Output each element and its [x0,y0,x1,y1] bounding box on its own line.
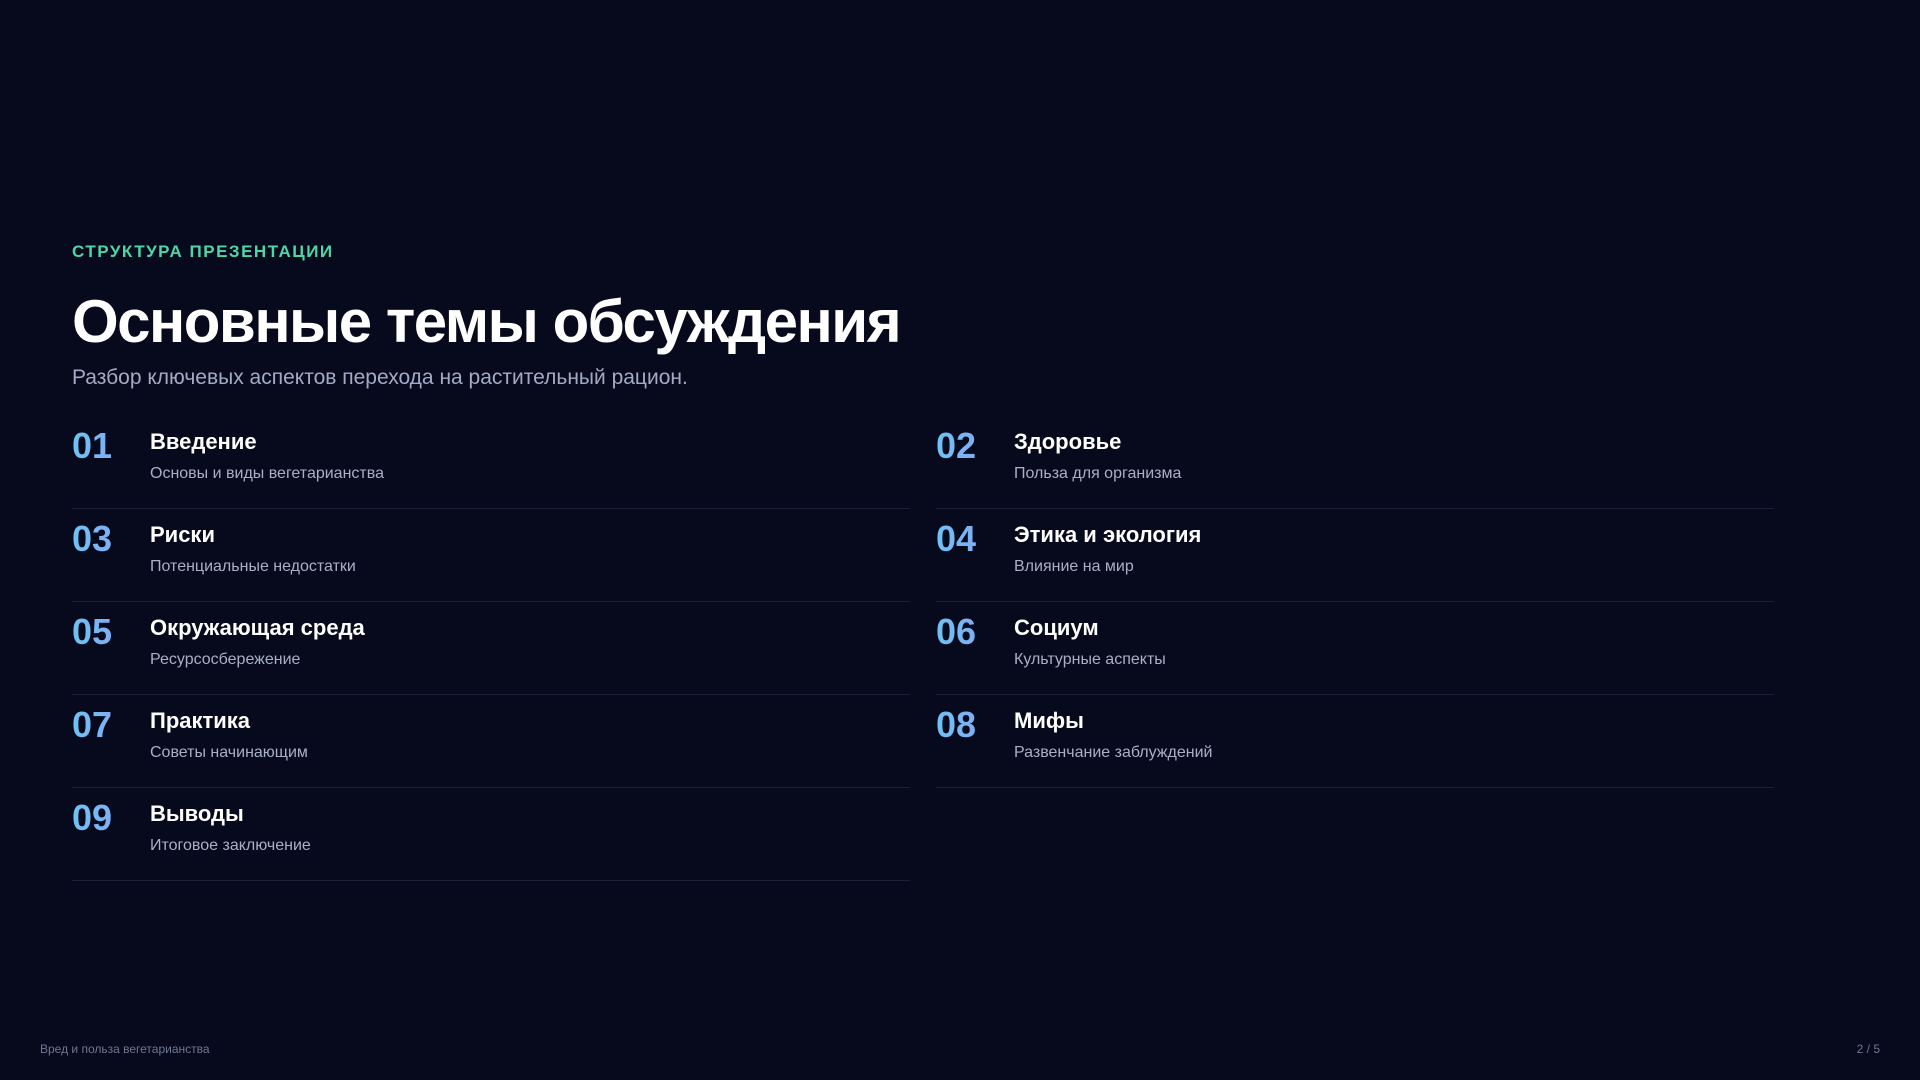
page-subtitle: Разбор ключевых аспектов перехода на рас… [72,366,688,389]
topics-grid: 01 Введение Основы и виды вегетарианства… [72,416,1774,881]
topic-number: 08 [936,703,1014,747]
eyebrow-label: СТРУКТУРА ПРЕЗЕНТАЦИИ [72,242,334,261]
topic-text: Окружающая среда Ресурсосбережение [150,610,365,670]
topic-number: 09 [72,796,150,840]
topic-title: Окружающая среда [150,615,365,640]
topic-title: Мифы [1014,708,1084,733]
topic-text: Мифы Развенчание заблуждений [1014,703,1212,763]
topic-item: 07 Практика Советы начинающим [72,695,910,788]
topic-number: 02 [936,424,1014,468]
topic-description: Итоговое заключение [150,837,311,854]
footer-page-indicator: 2 / 5 [1856,1042,1880,1056]
topic-text: Этика и экология Влияние на мир [1014,517,1201,577]
topic-number: 04 [936,517,1014,561]
topic-description: Ресурсосбережение [150,651,301,668]
topic-item: 08 Мифы Развенчание заблуждений [936,695,1774,788]
topic-description: Советы начинающим [150,744,308,761]
topic-description: Основы и виды вегетарианства [150,465,384,482]
topic-title: Здоровье [1014,429,1122,454]
topic-text: Здоровье Польза для организма [1014,424,1181,484]
topic-title: Социум [1014,615,1099,640]
topic-number: 07 [72,703,150,747]
topic-number: 01 [72,424,150,468]
topic-number: 03 [72,517,150,561]
page-title: Основные темы обсуждения [72,288,902,355]
topic-item: 01 Введение Основы и виды вегетарианства [72,416,910,509]
topic-text: Введение Основы и виды вегетарианства [150,424,384,484]
topic-item: 04 Этика и экология Влияние на мир [936,509,1774,602]
topic-description: Потенциальные недостатки [150,558,356,575]
topic-title: Этика и экология [1014,522,1202,547]
topic-text: Выводы Итоговое заключение [150,796,311,856]
topic-item: 03 Риски Потенциальные недостатки [72,509,910,602]
topic-text: Социум Культурные аспекты [1014,610,1166,670]
slide: СТРУКТУРА ПРЕЗЕНТАЦИИ Основные темы обсу… [0,0,1920,1080]
topic-item: 06 Социум Культурные аспекты [936,602,1774,695]
topic-number: 05 [72,610,150,654]
slide-content: СТРУКТУРА ПРЕЗЕНТАЦИИ Основные темы обсу… [72,240,1774,881]
topic-title: Практика [150,708,251,733]
topic-title: Риски [150,522,215,547]
topic-item: 05 Окружающая среда Ресурсосбережение [72,602,910,695]
topic-number: 06 [936,610,1014,654]
topic-description: Культурные аспекты [1014,651,1166,668]
topic-description: Влияние на мир [1014,558,1134,575]
topic-description: Развенчание заблуждений [1014,744,1213,761]
topic-title: Введение [150,429,257,454]
topic-item: 02 Здоровье Польза для организма [936,416,1774,509]
footer-deck-title: Вред и польза вегетарианства [40,1042,210,1056]
topic-title: Выводы [150,801,244,826]
topic-text: Риски Потенциальные недостатки [150,517,356,577]
topic-text: Практика Советы начинающим [150,703,308,763]
topic-item: 09 Выводы Итоговое заключение [72,788,910,881]
topic-description: Польза для организма [1014,465,1182,482]
